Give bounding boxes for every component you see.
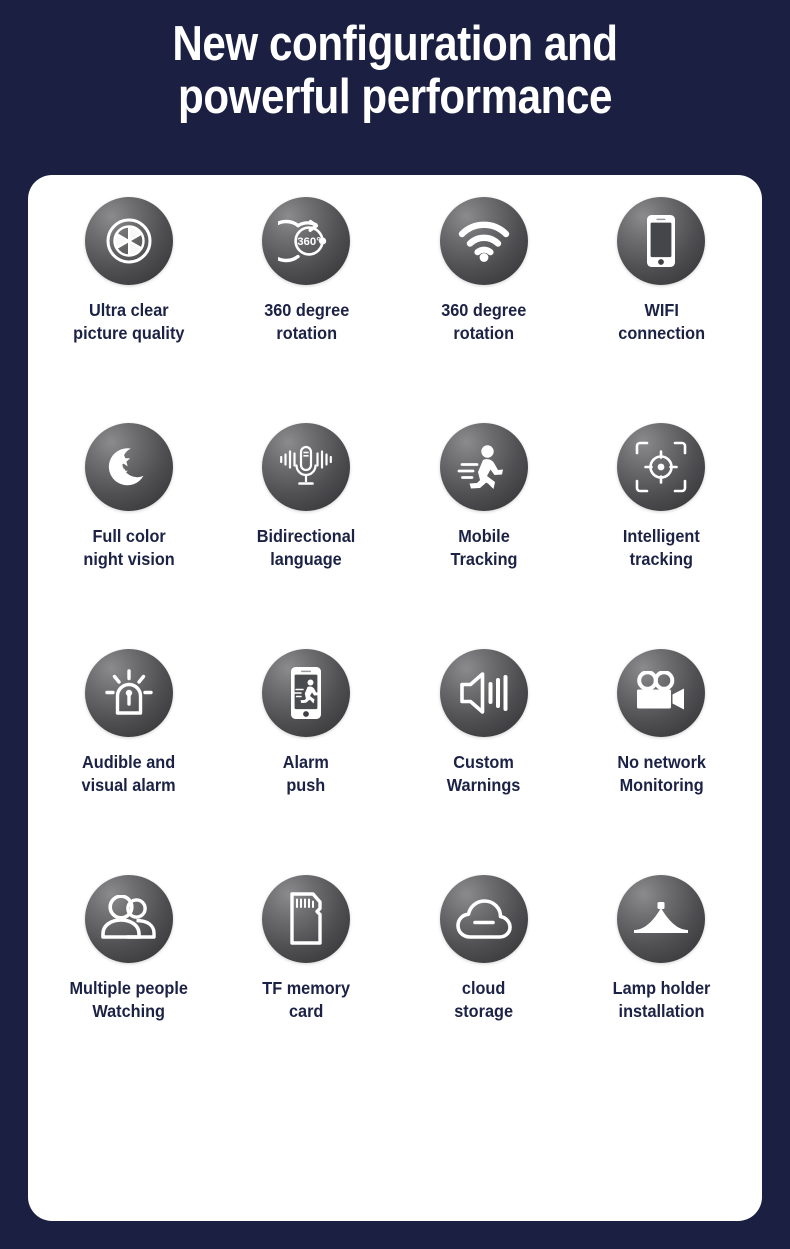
feature-item-mobile-tracking[interactable]: Mobile Tracking xyxy=(395,423,573,649)
page-title: New configuration and powerful performan… xyxy=(55,0,734,124)
feature-item-bidirectional-language[interactable]: Bidirectional language xyxy=(218,423,396,649)
sd-card-icon xyxy=(262,875,351,963)
360-degree-text: 360° xyxy=(297,236,321,248)
page-title-line-1: New configuration and xyxy=(172,17,618,71)
feature-label: Custom Warnings xyxy=(446,752,521,796)
feature-item-tf-memory-card[interactable]: TF memory card xyxy=(218,875,396,1101)
wifi-signal-icon xyxy=(439,197,528,285)
people-group-icon xyxy=(84,875,173,963)
feature-grid: Ultra clear picture quality 360° 360 deg… xyxy=(28,175,762,1101)
feature-item-alarm-push[interactable]: Alarm push xyxy=(218,649,396,875)
camera-aperture-icon xyxy=(84,197,173,285)
feature-label: 360 degree rotation xyxy=(441,300,527,344)
smartphone-icon xyxy=(617,197,706,285)
cloud-storage-icon xyxy=(439,875,528,963)
feature-label: TF memory card xyxy=(262,978,351,1022)
feature-item-lamp-holder-installation[interactable]: Lamp holder installation xyxy=(573,875,751,1101)
feature-label: Bidirectional language xyxy=(256,526,356,570)
phone-alert-icon xyxy=(262,649,351,737)
feature-item-wifi-signal[interactable]: 360 degree rotation xyxy=(395,197,573,423)
feature-item-audible-visual-alarm[interactable]: Audible and visual alarm xyxy=(40,649,218,875)
feature-label: WIFI connection xyxy=(617,300,705,344)
speaker-volume-icon xyxy=(439,649,528,737)
feature-label: Full color night vision xyxy=(83,526,175,570)
feature-label: Alarm push xyxy=(283,752,330,796)
feature-label: Audible and visual alarm xyxy=(81,752,176,796)
feature-label: Mobile Tracking xyxy=(450,526,518,570)
feature-card: Ultra clear picture quality 360° 360 deg… xyxy=(28,175,762,1221)
360-rotation-icon: 360° xyxy=(262,197,351,285)
feature-item-no-network-monitoring[interactable]: No network Monitoring xyxy=(573,649,751,875)
feature-label: Lamp holder installation xyxy=(612,978,711,1022)
feature-item-wifi-connection[interactable]: WIFI connection xyxy=(573,197,751,423)
feature-item-night-vision[interactable]: Full color night vision xyxy=(40,423,218,649)
feature-item-custom-warnings[interactable]: Custom Warnings xyxy=(395,649,573,875)
page-title-line-2: powerful performance xyxy=(178,69,612,124)
video-camera-icon xyxy=(617,649,706,737)
feature-item-ultra-clear-picture-quality[interactable]: Ultra clear picture quality xyxy=(40,197,218,423)
feature-item-intelligent-tracking[interactable]: Intelligent tracking xyxy=(573,423,751,649)
feature-item-360-degree-rotation[interactable]: 360° 360 degree rotation xyxy=(218,197,396,423)
moon-stars-icon xyxy=(84,423,173,511)
running-person-icon xyxy=(439,423,528,511)
alarm-siren-icon xyxy=(84,649,173,737)
feature-label: No network Monitoring xyxy=(616,752,706,796)
feature-label: Ultra clear picture quality xyxy=(73,300,185,344)
feature-label: 360 degree rotation xyxy=(263,300,349,344)
feature-item-cloud-storage[interactable]: cloud storage xyxy=(395,875,573,1101)
feature-label: cloud storage xyxy=(454,978,514,1022)
crosshair-target-icon xyxy=(617,423,706,511)
lamp-holder-icon xyxy=(617,875,706,963)
feature-label: Intelligent tracking xyxy=(622,526,700,570)
microphone-waves-icon xyxy=(262,423,351,511)
feature-label: Multiple people Watching xyxy=(69,978,188,1022)
feature-item-multiple-people-watching[interactable]: Multiple people Watching xyxy=(40,875,218,1101)
